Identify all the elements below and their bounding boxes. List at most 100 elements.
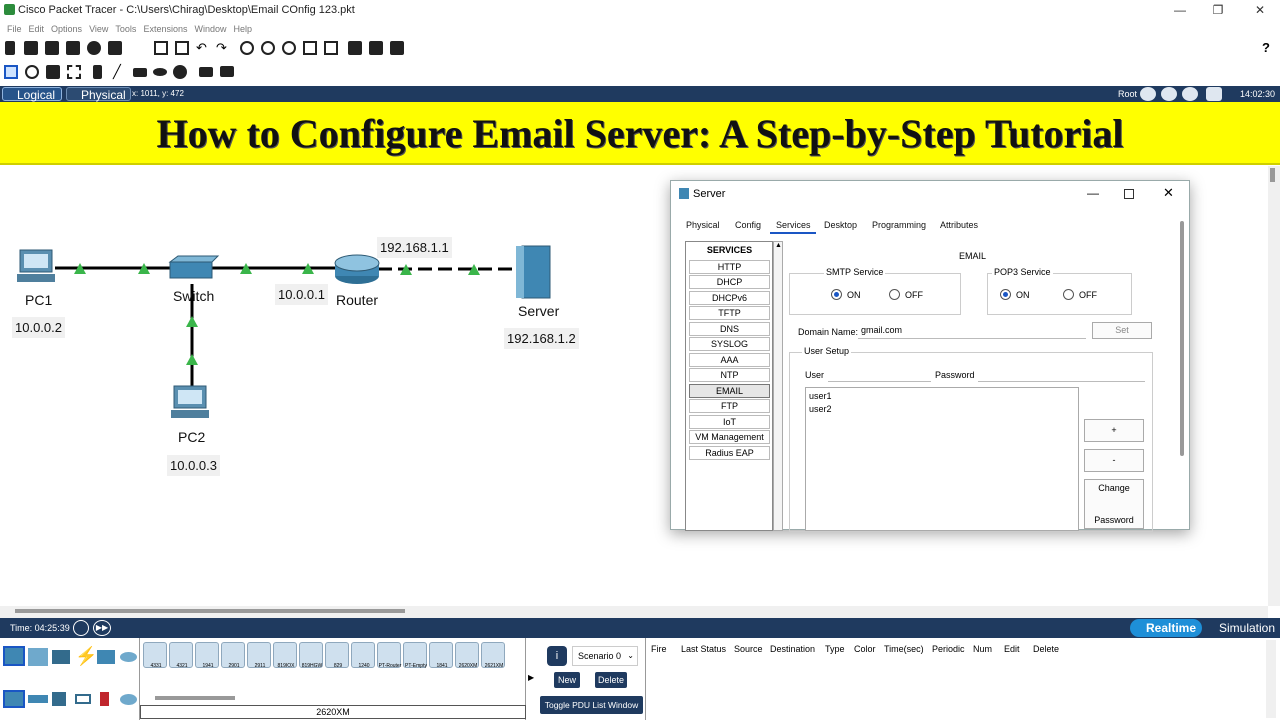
user-list[interactable]: user1 user2 xyxy=(805,387,1079,531)
wizard-icon[interactable] xyxy=(108,41,122,55)
service-dhcp[interactable]: DHCP xyxy=(689,275,770,289)
info-icon[interactable]: i xyxy=(547,646,567,666)
network-devices-icon[interactable] xyxy=(3,646,25,666)
multiuser-icon[interactable] xyxy=(120,652,137,662)
device-1841[interactable]: 1841 xyxy=(429,642,453,669)
save-icon[interactable] xyxy=(45,41,59,55)
info-icon[interactable] xyxy=(87,41,101,55)
service-dhcpv6[interactable]: DHCPv6 xyxy=(689,291,770,305)
routers-icon[interactable] xyxy=(3,690,25,708)
service-ftp[interactable]: FTP xyxy=(689,399,770,413)
draw-ellipse-icon[interactable] xyxy=(153,68,167,76)
menu-help[interactable]: Help xyxy=(233,21,252,37)
password-input[interactable] xyxy=(978,366,1145,382)
pop3-off-radio[interactable] xyxy=(1063,289,1074,300)
service-dns[interactable]: DNS xyxy=(689,322,770,336)
misc-icon[interactable] xyxy=(97,650,115,664)
wireless-icon[interactable] xyxy=(75,694,91,704)
device-2621xm[interactable]: 2621XM xyxy=(481,642,505,669)
tab-desktop[interactable]: Desktop xyxy=(824,220,857,230)
power-cycle-icon[interactable] xyxy=(73,620,89,636)
dialog-close-button[interactable]: ✕ xyxy=(1163,185,1174,201)
tab-config[interactable]: Config xyxy=(735,220,761,230)
menu-tools[interactable]: Tools xyxy=(115,21,136,37)
close-button[interactable]: ✕ xyxy=(1250,2,1270,18)
wan-emulation-icon[interactable] xyxy=(120,694,137,705)
delete-icon[interactable] xyxy=(46,65,60,79)
menu-edit[interactable]: Edit xyxy=(29,21,45,37)
inspect-icon[interactable] xyxy=(25,65,39,79)
simulation-button[interactable]: Simulation xyxy=(1205,619,1279,637)
device-list-scrollbar[interactable] xyxy=(155,696,235,700)
service-radius-eap[interactable]: Radius EAP xyxy=(689,446,770,460)
new-file-icon[interactable] xyxy=(5,41,15,55)
device-829[interactable]: 829 xyxy=(325,642,349,669)
scroll-thumb[interactable] xyxy=(15,609,405,613)
smtp-off-radio[interactable] xyxy=(889,289,900,300)
service-iot[interactable]: IoT xyxy=(689,415,770,429)
scroll-up-icon[interactable]: ▲ xyxy=(775,242,782,249)
root-label[interactable]: Root xyxy=(1118,89,1137,99)
add-user-button[interactable]: + xyxy=(1084,419,1144,442)
background-icon[interactable] xyxy=(1206,87,1222,101)
back-icon[interactable] xyxy=(1140,87,1156,101)
zoom-out-icon[interactable] xyxy=(282,41,296,55)
note-icon[interactable] xyxy=(93,65,102,79)
service-syslog[interactable]: SYSLOG xyxy=(689,337,770,351)
device-2901[interactable]: 2901 xyxy=(221,642,245,669)
set-button[interactable]: Set xyxy=(1092,322,1152,339)
device-4321[interactable]: 4321 xyxy=(169,642,193,669)
switches-icon[interactable] xyxy=(28,695,48,703)
reset-zoom-icon[interactable] xyxy=(303,41,317,55)
move-object-icon[interactable] xyxy=(1182,87,1198,101)
device-2911[interactable]: 2911 xyxy=(247,642,271,669)
service-http[interactable]: HTTP xyxy=(689,260,770,274)
user-list-item[interactable]: user2 xyxy=(809,404,832,414)
fast-forward-icon[interactable]: ▶▶ xyxy=(93,620,111,636)
vertical-scrollbar[interactable] xyxy=(1268,166,1280,606)
components-icon[interactable] xyxy=(52,650,70,664)
delete-scenario-button[interactable]: Delete xyxy=(595,672,627,688)
menu-view[interactable]: View xyxy=(89,21,108,37)
change-password-button[interactable]: Change Password xyxy=(1084,479,1144,529)
pop3-on-radio[interactable] xyxy=(1000,289,1011,300)
collapse-arrow-icon[interactable]: ▶ xyxy=(528,673,534,682)
service-ntp[interactable]: NTP xyxy=(689,368,770,382)
pdu-table-scrollbar[interactable] xyxy=(1266,640,1276,718)
user-list-item[interactable]: user1 xyxy=(809,391,832,401)
maximize-button[interactable]: ❐ xyxy=(1208,2,1228,18)
tab-physical-config[interactable]: Physical xyxy=(686,220,720,230)
menu-window[interactable]: Window xyxy=(194,21,226,37)
user-input[interactable] xyxy=(828,366,931,382)
drawing-palette-icon[interactable] xyxy=(369,41,383,55)
undo-icon[interactable]: ↶ xyxy=(196,41,210,55)
help-icon[interactable]: ? xyxy=(1262,40,1270,55)
resize-icon[interactable] xyxy=(67,65,81,79)
horizontal-scrollbar[interactable] xyxy=(0,606,1268,618)
freeform-icon[interactable] xyxy=(173,65,187,79)
palette-icon[interactable] xyxy=(324,41,338,55)
add-pdu-icon[interactable] xyxy=(199,67,213,77)
service-aaa[interactable]: AAA xyxy=(689,353,770,367)
menu-file[interactable]: File xyxy=(7,21,22,37)
service-vm-management[interactable]: VM Management xyxy=(689,430,770,444)
service-tftp[interactable]: TFTP xyxy=(689,306,770,320)
security-icon[interactable] xyxy=(100,692,109,706)
custom-device-icon[interactable] xyxy=(348,41,362,55)
realtime-button[interactable]: Realtime xyxy=(1130,619,1202,637)
device-4331[interactable]: 4331 xyxy=(143,642,167,669)
device-819iox[interactable]: 819IOX xyxy=(273,642,297,669)
device-2620xm[interactable]: 2620XM xyxy=(455,642,479,669)
service-email[interactable]: EMAIL xyxy=(689,384,770,398)
tab-attributes[interactable]: Attributes xyxy=(940,220,978,230)
zoom-icon[interactable] xyxy=(240,41,254,55)
menu-extensions[interactable]: Extensions xyxy=(143,21,187,37)
dialog-scrollbar[interactable] xyxy=(1180,221,1184,456)
draw-line-icon[interactable]: ╱ xyxy=(113,65,127,79)
scroll-thumb[interactable] xyxy=(1270,168,1275,182)
scenario-select[interactable]: Scenario 0 ⌄ xyxy=(572,646,638,666)
device-pt-empty[interactable]: PT-Empty xyxy=(403,642,427,669)
new-cluster-icon[interactable] xyxy=(1161,87,1177,101)
tab-physical[interactable]: Physical xyxy=(66,87,131,102)
tab-services[interactable]: Services xyxy=(776,220,811,230)
